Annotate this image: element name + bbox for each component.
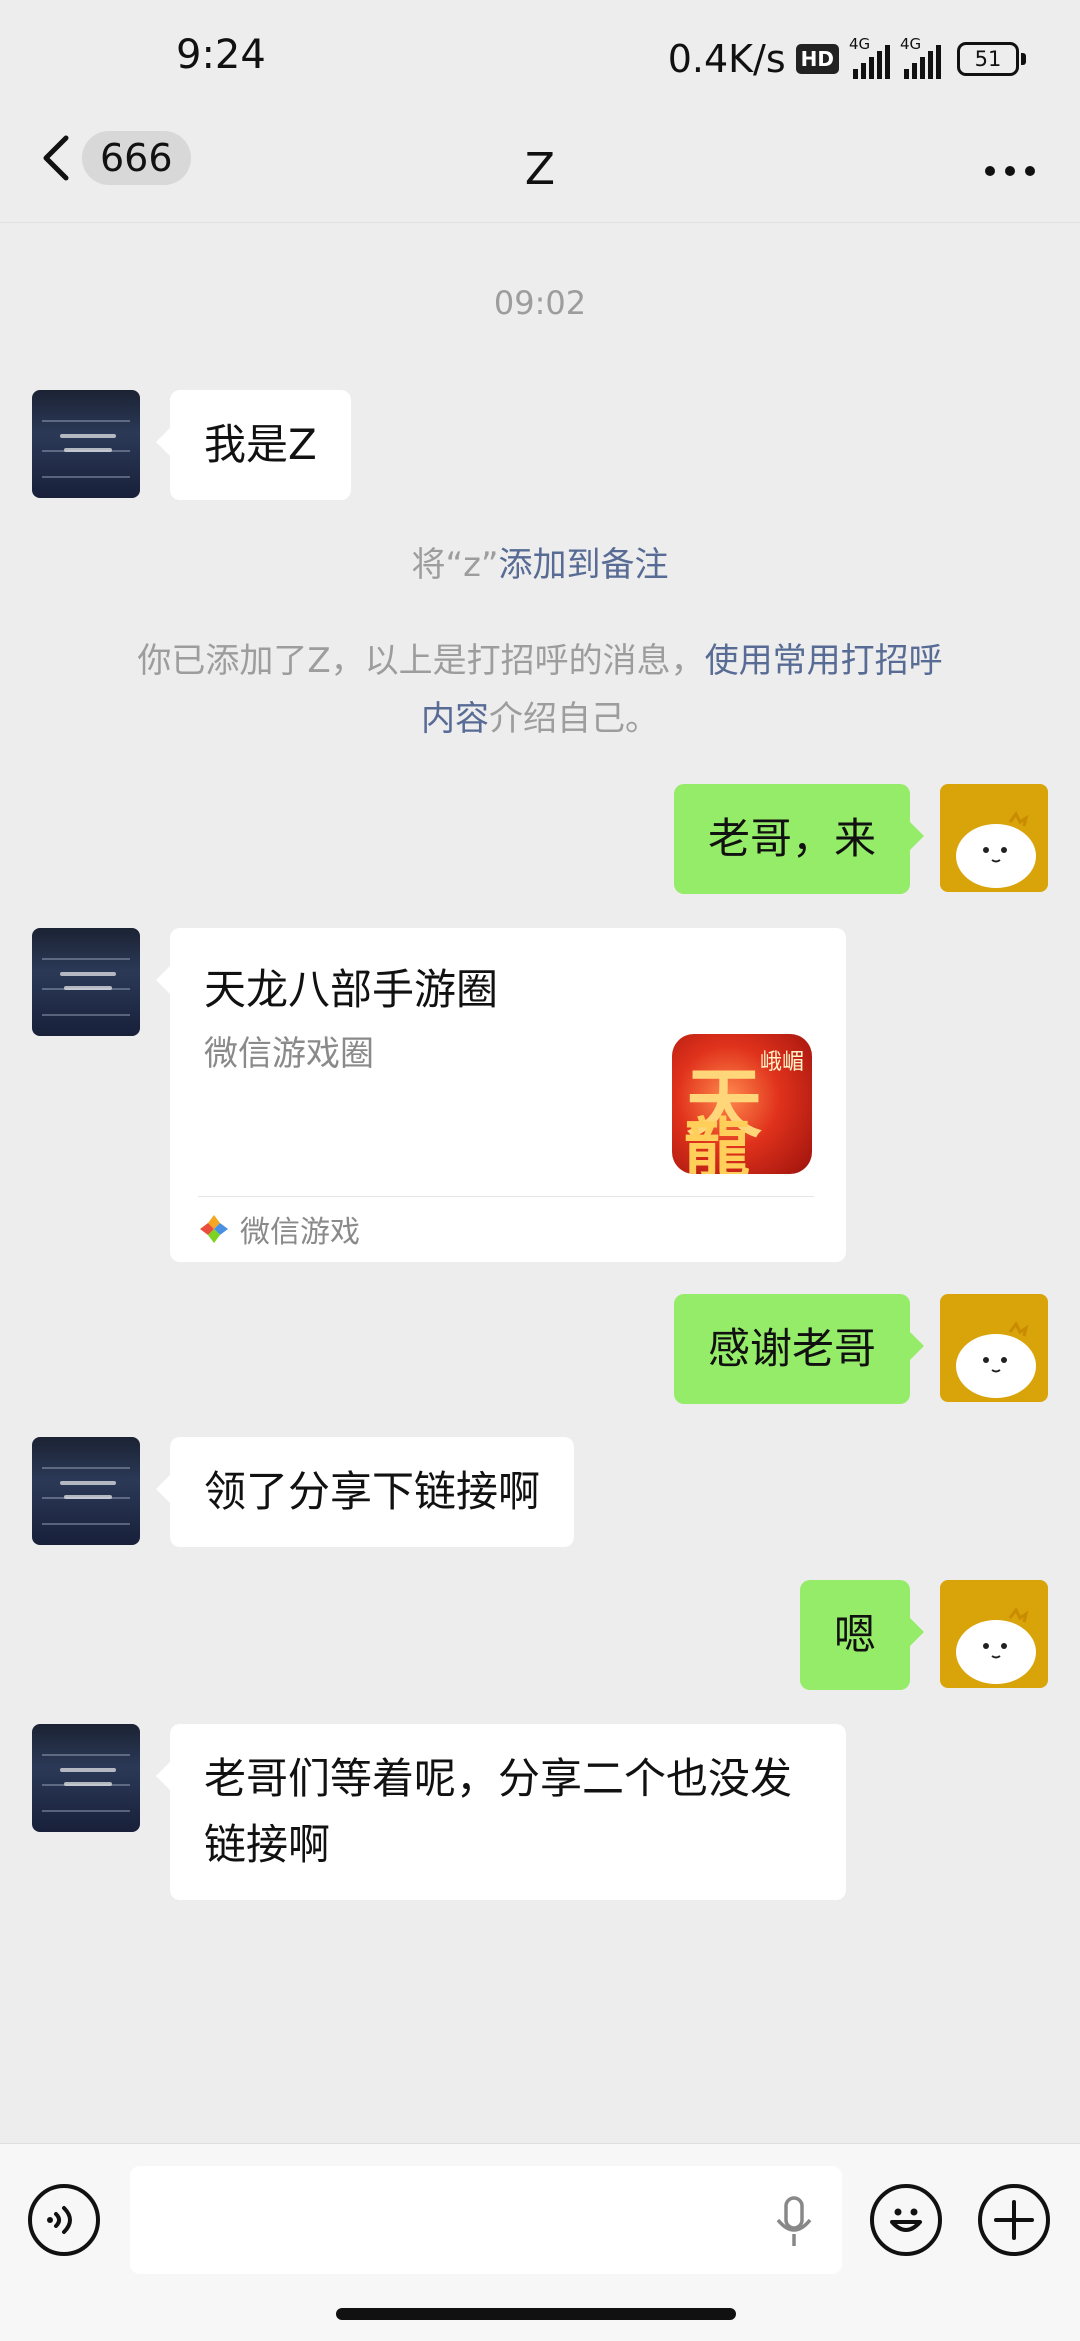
network-speed: 0.4K/s xyxy=(667,37,786,81)
add-remark-note: 将“z”添加到备注 xyxy=(411,545,669,585)
mochi-character-icon xyxy=(956,811,1036,888)
contact-avatar[interactable] xyxy=(32,390,140,498)
message-bubble-incoming[interactable]: 领了分享下链接啊 xyxy=(155,1437,575,1547)
message-bubble-outgoing[interactable]: 老哥，来 xyxy=(673,784,925,894)
game-thumbnail: 天 龍 峨嵋 xyxy=(672,1034,812,1174)
status-time: 9:24 xyxy=(176,32,266,78)
home-indicator[interactable] xyxy=(336,2308,736,2320)
message-timestamp: 09:02 xyxy=(493,284,587,322)
hd-voice-badge: HD xyxy=(795,44,839,74)
game-share-card[interactable]: 天龙八部手游圈 微信游戏圈 天 龍 峨嵋 微信游戏 xyxy=(156,928,846,1262)
message-bubble-outgoing[interactable]: 感谢老哥 xyxy=(673,1294,925,1404)
contact-avatar[interactable] xyxy=(32,1437,140,1545)
chat-title: Z xyxy=(524,144,556,195)
emoji-icon xyxy=(890,2208,922,2232)
message-bubble-outgoing[interactable]: 嗯 xyxy=(799,1580,925,1690)
my-avatar[interactable] xyxy=(940,1580,1048,1688)
mic-icon[interactable] xyxy=(772,2196,816,2248)
card-title: 天龙八部手游圈 xyxy=(204,965,499,1014)
card-description: 微信游戏圈 xyxy=(204,1034,374,1074)
greeting-note: 你已添加了Z，以上是打招呼的消息，使用常用打招呼 内容介绍自己。 xyxy=(137,641,943,739)
battery-icon: 51 xyxy=(957,42,1026,76)
status-indicators: 0.4K/s HD 4G 4G 51 xyxy=(668,34,1026,84)
chat-header: 666 Z xyxy=(0,118,1080,223)
status-bar: 9:24 0.4K/s HD 4G 4G 51 xyxy=(0,0,1080,118)
more-dots-icon[interactable] xyxy=(980,146,1040,196)
message-bubble-incoming[interactable]: 我是Z xyxy=(156,390,351,500)
more-functions-button[interactable] xyxy=(978,2184,1050,2256)
card-divider xyxy=(198,1196,814,1197)
signal-icon-2: 4G xyxy=(900,35,941,79)
message-input[interactable] xyxy=(130,2166,842,2274)
signal-icon: 4G xyxy=(849,35,890,79)
mochi-character-icon xyxy=(956,1321,1036,1398)
my-avatar[interactable] xyxy=(940,784,1048,892)
card-source: 微信游戏 xyxy=(198,1206,360,1252)
wechat-game-icon xyxy=(200,1215,228,1243)
add-remark-link[interactable]: 添加到备注 xyxy=(499,545,669,585)
emoji-button[interactable] xyxy=(870,2184,942,2256)
voice-toggle-button[interactable] xyxy=(28,2184,100,2256)
message-bubble-incoming[interactable]: 老哥们等着呢，分享二个也没发链接啊 xyxy=(156,1724,846,1900)
contact-avatar[interactable] xyxy=(32,928,140,1036)
mochi-character-icon xyxy=(956,1607,1036,1684)
greeting-link[interactable]: 使用常用打招呼 xyxy=(705,641,943,681)
plus-icon xyxy=(994,2200,1034,2240)
greeting-link-2[interactable]: 内容 xyxy=(421,699,489,739)
contact-avatar[interactable] xyxy=(32,1724,140,1832)
my-avatar[interactable] xyxy=(940,1294,1048,1402)
voice-icon xyxy=(47,2206,72,2234)
battery-level: 51 xyxy=(957,42,1019,76)
